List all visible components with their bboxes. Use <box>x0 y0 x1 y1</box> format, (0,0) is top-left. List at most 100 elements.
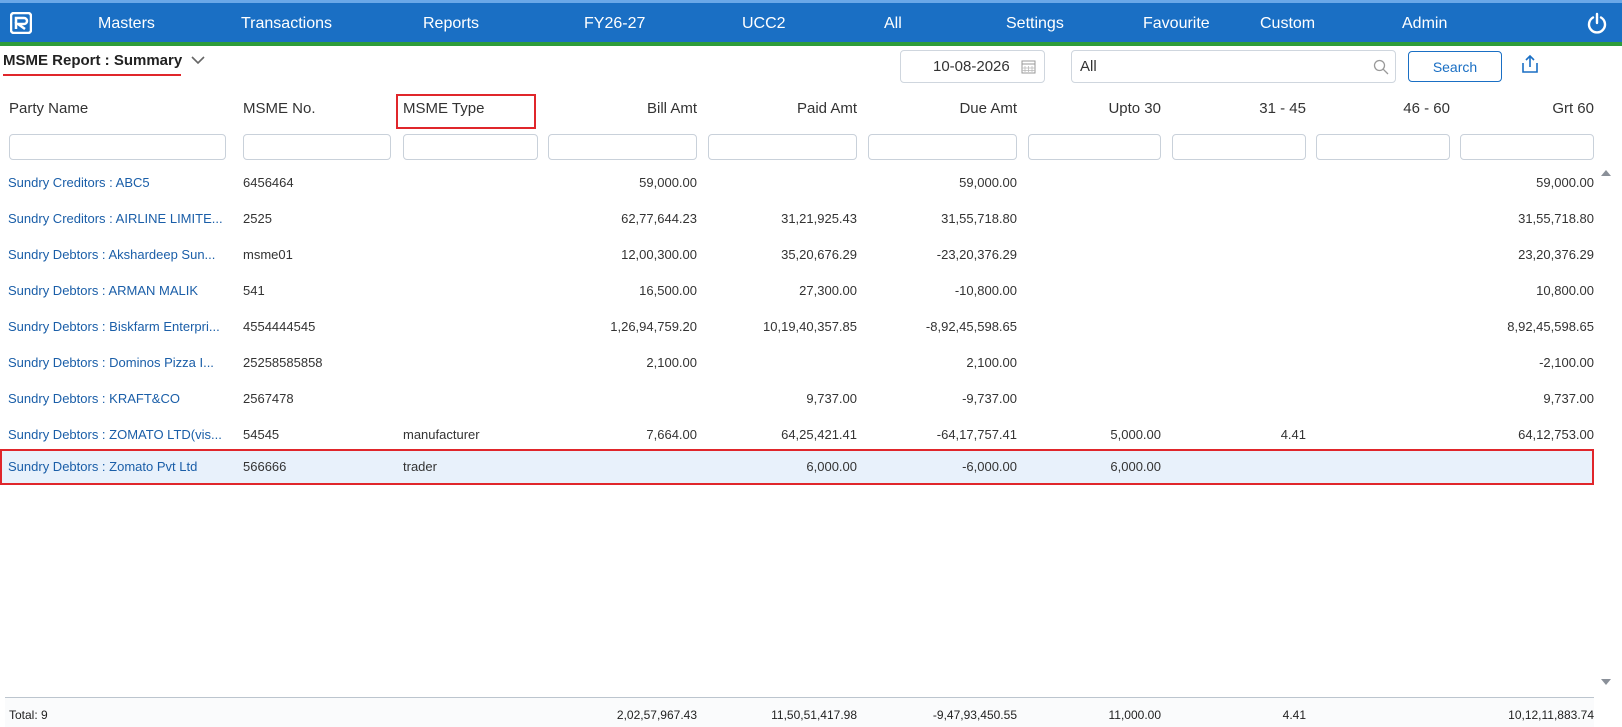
party-filter-value: All <box>1080 58 1097 75</box>
cell-grt-60: 23,20,376.29 <box>1518 247 1594 262</box>
filter-paid-amt[interactable] <box>708 134 857 160</box>
export-icon[interactable] <box>1519 53 1541 75</box>
table-row[interactable]: Sundry Debtors : ZOMATO LTD(vis... 54545… <box>0 417 1594 453</box>
cell-bill-amt: 16,500.00 <box>639 283 697 298</box>
total-due-amt: -9,47,93,450.55 <box>932 708 1017 722</box>
search-button[interactable]: Search <box>1408 51 1502 82</box>
nav-financial-year[interactable]: FY26-27 <box>584 15 645 33</box>
total-paid-amt: 11,50,51,417.98 <box>771 708 857 722</box>
column-header-31-45[interactable]: 31 - 45 <box>1172 100 1306 117</box>
chevron-down-icon <box>191 56 205 65</box>
filter-upto-30[interactable] <box>1028 134 1161 160</box>
cell-party-name[interactable]: Sundry Debtors : Akshardeep Sun... <box>8 247 236 262</box>
table-row-selected[interactable]: Sundry Debtors : Zomato Pvt Ltd 566666 t… <box>0 449 1594 485</box>
cell-bill-amt: 59,000.00 <box>639 175 697 190</box>
cell-bill-amt: 2,100.00 <box>646 355 697 370</box>
column-header-msme-type[interactable]: MSME Type <box>403 100 484 117</box>
cell-paid-amt: 35,20,676.29 <box>781 247 857 262</box>
cell-grt-60: 8,92,45,598.65 <box>1507 319 1594 334</box>
filter-party-name[interactable] <box>9 134 226 160</box>
logo-icon[interactable] <box>10 12 32 34</box>
cell-party-name[interactable]: Sundry Debtors : Dominos Pizza I... <box>8 355 236 370</box>
cell-due-amt: -6,000.00 <box>962 459 1017 474</box>
total-count: Total: 9 <box>9 708 48 722</box>
column-header-due-amt[interactable]: Due Amt <box>868 100 1017 117</box>
cell-party-name[interactable]: Sundry Debtors : Biskfarm Enterpri... <box>8 319 236 334</box>
cell-party-name[interactable]: Sundry Creditors : ABC5 <box>8 175 236 190</box>
table-row[interactable]: Sundry Debtors : KRAFT&CO 2567478 9,737.… <box>0 381 1594 417</box>
table-row[interactable]: Sundry Creditors : AIRLINE LIMITE... 252… <box>0 201 1594 237</box>
totals-footer: Total: 9 2,02,57,967.43 11,50,51,417.98 … <box>5 697 1594 727</box>
top-navbar: Masters Transactions Reports FY26-27 UCC… <box>0 0 1622 46</box>
cell-party-name[interactable]: Sundry Debtors : ARMAN MALIK <box>8 283 236 298</box>
cell-due-amt: -9,737.00 <box>962 391 1017 406</box>
cell-upto-30: 5,000.00 <box>1110 427 1161 442</box>
column-header-paid-amt[interactable]: Paid Amt <box>708 100 857 117</box>
cell-msme-type: manufacturer <box>403 427 480 442</box>
cell-paid-amt: 64,25,421.41 <box>781 427 857 442</box>
nav-all[interactable]: All <box>884 15 902 33</box>
cell-due-amt: -23,20,376.29 <box>936 247 1017 262</box>
cell-bill-amt: 62,77,644.23 <box>621 211 697 226</box>
report-selector[interactable]: MSME Report : Summary <box>3 52 205 76</box>
table-row[interactable]: Sundry Debtors : Dominos Pizza I... 2525… <box>0 345 1594 381</box>
filter-msme-type[interactable] <box>403 134 538 160</box>
table-row[interactable]: Sundry Creditors : ABC5 6456464 59,000.0… <box>0 165 1594 201</box>
nav-company[interactable]: UCC2 <box>742 15 786 33</box>
search-icon[interactable] <box>1373 59 1389 75</box>
cell-grt-60: 10,800.00 <box>1536 283 1594 298</box>
cell-grt-60: 59,000.00 <box>1536 175 1594 190</box>
cell-due-amt: -64,17,757.41 <box>936 427 1017 442</box>
total-upto-30: 11,000.00 <box>1108 708 1162 722</box>
column-header-46-60[interactable]: 46 - 60 <box>1316 100 1450 117</box>
filter-due-amt[interactable] <box>868 134 1017 160</box>
cell-paid-amt: 9,737.00 <box>806 391 857 406</box>
table-row[interactable]: Sundry Debtors : Biskfarm Enterpri... 45… <box>0 309 1594 345</box>
filter-grt-60[interactable] <box>1460 134 1594 160</box>
nav-custom[interactable]: Custom <box>1260 15 1315 33</box>
cell-msme-no: 54545 <box>243 427 280 442</box>
cell-msme-no: msme01 <box>243 247 293 262</box>
nav-masters[interactable]: Masters <box>98 15 155 33</box>
scroll-down-icon[interactable] <box>1599 677 1613 687</box>
scroll-up-icon[interactable] <box>1599 168 1613 178</box>
cell-upto-30: 6,000.00 <box>1110 459 1161 474</box>
date-picker[interactable]: 10-08-2026 <box>900 50 1045 83</box>
total-grt-60: 10,12,11,883.74 <box>1508 708 1594 722</box>
cell-due-amt: 2,100.00 <box>966 355 1017 370</box>
cell-bill-amt: 12,00,300.00 <box>621 247 697 262</box>
cell-party-name[interactable]: Sundry Creditors : AIRLINE LIMITE... <box>8 211 236 226</box>
column-header-msme-no[interactable]: MSME No. <box>243 100 316 117</box>
cell-party-name[interactable]: Sundry Debtors : KRAFT&CO <box>8 391 236 406</box>
nav-settings[interactable]: Settings <box>1006 15 1064 33</box>
table-row[interactable]: Sundry Debtors : Akshardeep Sun... msme0… <box>0 237 1594 273</box>
column-header-party-name[interactable]: Party Name <box>9 100 88 117</box>
filter-31-45[interactable] <box>1172 134 1306 160</box>
page-title: MSME Report : Summary <box>3 52 183 69</box>
cell-paid-amt: 27,300.00 <box>799 283 857 298</box>
party-filter-input[interactable]: All <box>1071 50 1396 83</box>
filter-46-60[interactable] <box>1316 134 1450 160</box>
column-header-grt-60[interactable]: Grt 60 <box>1460 100 1594 117</box>
filter-msme-no[interactable] <box>243 134 391 160</box>
cell-31-45: 4.41 <box>1280 427 1306 442</box>
column-header-upto-30[interactable]: Upto 30 <box>1028 100 1161 117</box>
total-bill-amt: 2,02,57,967.43 <box>616 708 697 722</box>
cell-party-name[interactable]: Sundry Debtors : ZOMATO LTD(vis... <box>8 427 236 442</box>
nav-transactions[interactable]: Transactions <box>241 15 332 33</box>
column-header-bill-amt[interactable]: Bill Amt <box>548 100 697 117</box>
calendar-icon[interactable] <box>1021 59 1036 74</box>
nav-admin[interactable]: Admin <box>1402 15 1447 33</box>
cell-due-amt: 59,000.00 <box>959 175 1017 190</box>
table-row[interactable]: Sundry Debtors : ARMAN MALIK 541 16,500.… <box>0 273 1594 309</box>
cell-msme-no: 2525 <box>243 211 272 226</box>
date-value: 10-08-2026 <box>933 58 1010 75</box>
cell-msme-no: 6456464 <box>243 175 294 190</box>
nav-reports[interactable]: Reports <box>423 15 479 33</box>
power-icon[interactable] <box>1586 12 1608 34</box>
cell-due-amt: -10,800.00 <box>954 283 1017 298</box>
nav-favourite[interactable]: Favourite <box>1143 15 1210 33</box>
cell-msme-no: 566666 <box>243 459 287 474</box>
cell-party-name[interactable]: Sundry Debtors : Zomato Pvt Ltd <box>8 459 236 474</box>
filter-bill-amt[interactable] <box>548 134 697 160</box>
